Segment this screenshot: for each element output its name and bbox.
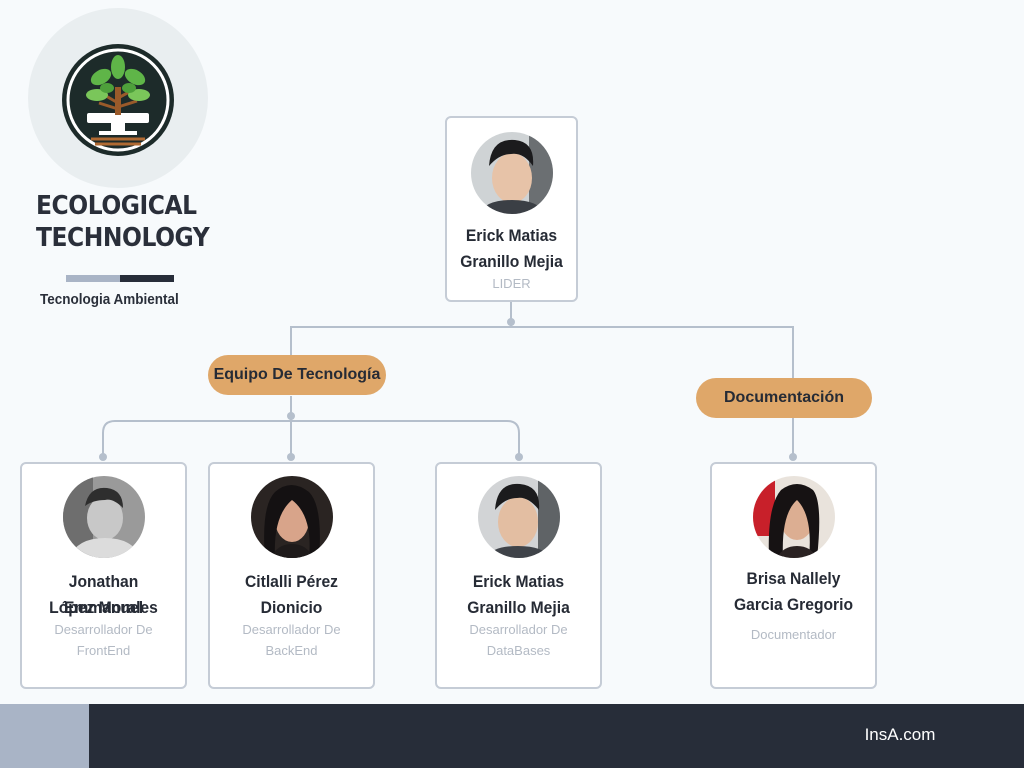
connector-dot	[287, 412, 295, 420]
avatar-frontend	[62, 476, 145, 558]
connector-dot	[515, 453, 523, 461]
leader-role: LIDER	[492, 276, 531, 291]
connector-dot	[287, 453, 295, 461]
member-role-line1: Desarrollador De	[469, 622, 568, 637]
member-name-line1: Brisa Nallely	[746, 569, 841, 588]
avatar-documentation	[752, 476, 835, 558]
connector-dot	[99, 453, 107, 461]
group-pill-docs[interactable]: Documentación	[696, 378, 872, 418]
member-role-line2: DataBases	[486, 643, 551, 658]
member-card-backend[interactable]: Citlalli Pérez Dionicio Desarrollador De…	[208, 462, 375, 689]
footer-accent	[0, 704, 89, 768]
member-role-line2: BackEnd	[265, 643, 318, 658]
leader-name-line2: Granillo Mejia	[460, 252, 563, 271]
member-role-line1: Desarrollador De	[242, 622, 341, 637]
footer-website-link[interactable]: InsA.com	[820, 704, 980, 768]
avatar-leader	[470, 132, 553, 214]
member-name-line1: Citlalli Pérez	[244, 572, 339, 591]
member-card-databases[interactable]: Erick Matias Granillo Mejia Desarrollado…	[435, 462, 602, 689]
member-name-line2: Garcia Gregorio	[733, 595, 854, 614]
member-card-frontend[interactable]: Jonathan Emmanuel López Morales Desarrol…	[20, 462, 187, 689]
member-name-line1: Erick Matias	[472, 572, 565, 591]
group-pill-tech[interactable]: Equipo De Tecnología	[208, 355, 386, 395]
avatar-backend	[250, 476, 333, 558]
connector-tech-branch	[102, 420, 520, 457]
member-name-line2: Dionicio	[260, 598, 323, 617]
leader-name-line1: Erick Matias	[465, 226, 558, 245]
connector-dot	[789, 453, 797, 461]
leader-card[interactable]: Erick Matias Granillo Mejia LIDER	[445, 116, 578, 302]
connector-dot	[507, 318, 515, 326]
member-role-line1: Desarrollador De	[54, 622, 153, 637]
member-role-line2: FrontEnd	[76, 643, 131, 658]
member-card-documentation[interactable]: Brisa Nallely Garcia Gregorio Documentad…	[710, 462, 877, 689]
avatar-databases	[477, 476, 560, 558]
member-name-line2: López Morales	[49, 598, 158, 617]
member-role-line1: Documentador	[750, 627, 837, 642]
member-name-line2: Granillo Mejia	[467, 598, 570, 617]
